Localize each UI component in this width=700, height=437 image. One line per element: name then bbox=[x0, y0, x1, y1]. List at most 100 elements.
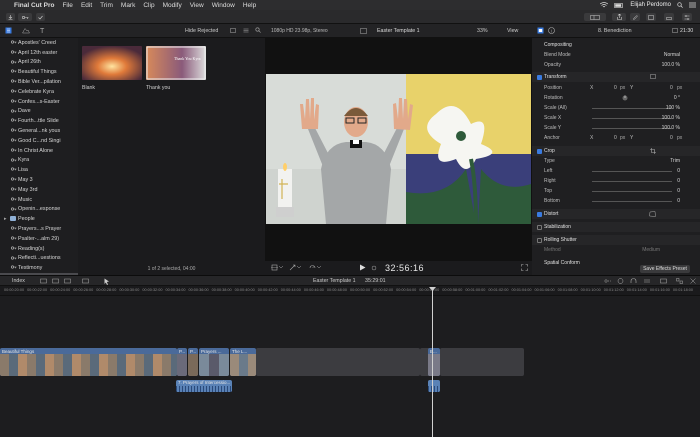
scale-x-slider[interactable] bbox=[592, 118, 672, 119]
select-tool-icon[interactable] bbox=[104, 278, 110, 285]
insert-clip-icon[interactable] bbox=[52, 278, 59, 284]
sidebar-keyword-item[interactable]: Celebrate Kyra bbox=[0, 87, 78, 97]
info-icon[interactable]: i bbox=[548, 27, 555, 34]
rotation-dial-icon[interactable] bbox=[622, 95, 628, 101]
crop-right-value[interactable]: 0 bbox=[677, 178, 680, 184]
overwrite-clip-icon[interactable] bbox=[64, 278, 71, 284]
viewer-timecode[interactable]: 32:56:16 bbox=[385, 263, 424, 273]
position-x[interactable]: 0 bbox=[614, 85, 617, 91]
sidebar-keyword-item[interactable]: May 3rd bbox=[0, 185, 78, 195]
sidebar-keyword-item[interactable]: Music bbox=[0, 195, 78, 205]
scale-x-value[interactable]: 100.0 % bbox=[662, 115, 680, 121]
menu-mark[interactable]: Mark bbox=[121, 2, 135, 9]
sidebar-keyword-item[interactable]: Kyra bbox=[0, 156, 78, 166]
search-browser-icon[interactable] bbox=[255, 27, 261, 33]
edit-button[interactable] bbox=[630, 13, 640, 21]
sidebar-keyword-item[interactable]: Beautiful Things bbox=[0, 67, 78, 77]
layout-toggle-button[interactable] bbox=[646, 13, 656, 21]
sidebar-keyword-item[interactable]: Lisa bbox=[0, 165, 78, 175]
sidebar-keyword-item[interactable]: Reading(s) bbox=[0, 244, 78, 254]
sidebar-keyword-item[interactable]: Apostles' Creed bbox=[0, 38, 78, 48]
solo-icon[interactable] bbox=[617, 278, 624, 284]
sidebar-keyword-item[interactable]: Reflecti...uestions bbox=[0, 254, 78, 264]
crop-left-value[interactable]: 0 bbox=[677, 168, 680, 174]
rolling-shutter-section[interactable]: Rolling Shutter bbox=[532, 235, 700, 245]
crop-type-popup[interactable]: Trim bbox=[670, 158, 680, 164]
distort-checkbox[interactable] bbox=[537, 211, 542, 217]
crop-bottom-slider[interactable] bbox=[592, 201, 672, 202]
timeline-ruler[interactable]: 00:00:20:00 00:00:22:00 00:00:24:00 00:00:2… bbox=[0, 286, 700, 296]
chevron-down-icon[interactable] bbox=[297, 266, 301, 269]
viewer[interactable] bbox=[265, 38, 532, 261]
timeline-clip[interactable]: P... bbox=[188, 348, 198, 376]
show-browser-button[interactable] bbox=[584, 13, 606, 21]
user-name[interactable]: Elijah Perdomo bbox=[630, 2, 671, 8]
clip-appearance-icon[interactable] bbox=[243, 28, 249, 33]
method-popup[interactable]: Medium bbox=[642, 247, 660, 253]
sidebar-keyword-item[interactable]: April 12th easter bbox=[0, 48, 78, 58]
gap-clip[interactable] bbox=[440, 348, 524, 376]
menu-help[interactable]: Help bbox=[243, 2, 256, 9]
scale-all-slider[interactable] bbox=[592, 108, 672, 109]
sidebar-keyword-item[interactable]: Bible Ver...pilation bbox=[0, 77, 78, 87]
photos-audio-icon[interactable] bbox=[22, 27, 30, 34]
scale-all-value[interactable]: 100 % bbox=[666, 105, 680, 111]
crop-left-slider[interactable] bbox=[592, 171, 672, 172]
headphones-icon[interactable] bbox=[630, 278, 637, 284]
menu-app[interactable]: Final Cut Pro bbox=[14, 2, 54, 9]
transform-icon[interactable] bbox=[271, 264, 278, 271]
menu-modify[interactable]: Modify bbox=[163, 2, 182, 9]
play-button[interactable] bbox=[359, 264, 366, 271]
timeline-toggle-button[interactable] bbox=[664, 13, 674, 21]
snapping-icon[interactable] bbox=[644, 278, 651, 284]
transitions-browser-icon[interactable] bbox=[690, 278, 696, 284]
anchor-x[interactable]: 0 bbox=[614, 135, 617, 141]
titles-icon[interactable]: T bbox=[40, 27, 48, 34]
crop-top-slider[interactable] bbox=[592, 191, 672, 192]
battery-icon[interactable] bbox=[614, 2, 624, 8]
effects-browser-icon[interactable] bbox=[676, 278, 683, 284]
stabilization-section[interactable]: Stabilization bbox=[532, 222, 700, 232]
menu-list-icon[interactable] bbox=[689, 2, 696, 8]
menu-file[interactable]: File bbox=[62, 2, 72, 9]
connect-clip-icon[interactable] bbox=[82, 278, 89, 284]
sidebar-keyword-item[interactable]: General...nk yous bbox=[0, 126, 78, 136]
sidebar-keyword-item[interactable]: Testimony bbox=[0, 263, 78, 273]
sidebar-keyword-item[interactable]: Psalter-...alm 29) bbox=[0, 234, 78, 244]
sidebar-keyword-item[interactable]: Confes...s-Easter bbox=[0, 97, 78, 107]
video-inspector-icon[interactable] bbox=[537, 27, 544, 34]
timeline-clip[interactable]: B... bbox=[428, 348, 440, 376]
retime-icon[interactable] bbox=[309, 264, 316, 271]
position-y[interactable]: 0 bbox=[670, 85, 673, 91]
wifi-icon[interactable] bbox=[600, 2, 609, 8]
sidebar-keyword-item[interactable]: Openin...esponse bbox=[0, 205, 78, 215]
opacity-value[interactable]: 100.0 % bbox=[662, 62, 680, 68]
enhancements-icon[interactable] bbox=[289, 264, 296, 271]
append-clip-icon[interactable] bbox=[40, 278, 47, 284]
scale-y-value[interactable]: 100.0 % bbox=[662, 125, 680, 131]
menu-window[interactable]: Window bbox=[212, 2, 235, 9]
chevron-down-icon[interactable] bbox=[317, 266, 321, 269]
audio-skimming-icon[interactable] bbox=[603, 278, 611, 284]
menu-edit[interactable]: Edit bbox=[81, 2, 92, 9]
timeline-index-button[interactable]: Index bbox=[12, 278, 25, 284]
crop-bottom-value[interactable]: 0 bbox=[677, 198, 680, 204]
distort-section[interactable]: Distort bbox=[532, 209, 700, 219]
zoom-popup[interactable]: 33% bbox=[477, 28, 488, 34]
timeline-project-name[interactable]: Easter Template 1 bbox=[313, 278, 356, 284]
sidebar-keyword-item[interactable]: Prayers...s Prayer bbox=[0, 224, 78, 234]
filmstrip-icon[interactable] bbox=[230, 28, 236, 33]
timeline-clip[interactable]: The L... bbox=[230, 348, 256, 376]
sidebar-keyword-item[interactable]: April 26th bbox=[0, 58, 78, 68]
menu-trim[interactable]: Trim bbox=[100, 2, 113, 9]
keyword-button[interactable] bbox=[18, 13, 32, 21]
crop-section[interactable]: Crop bbox=[532, 146, 700, 156]
anchor-y[interactable]: 0 bbox=[670, 135, 673, 141]
sidebar-keyword-item[interactable]: Good C...nd Singi bbox=[0, 136, 78, 146]
fullscreen-icon[interactable] bbox=[521, 264, 528, 271]
inspector-toggle-button[interactable] bbox=[682, 13, 692, 21]
onscreen-controls-icon[interactable] bbox=[650, 74, 656, 79]
clip-appearance-timeline-icon[interactable] bbox=[660, 278, 667, 284]
stabilization-checkbox[interactable] bbox=[537, 224, 542, 230]
import-button[interactable] bbox=[6, 13, 15, 21]
